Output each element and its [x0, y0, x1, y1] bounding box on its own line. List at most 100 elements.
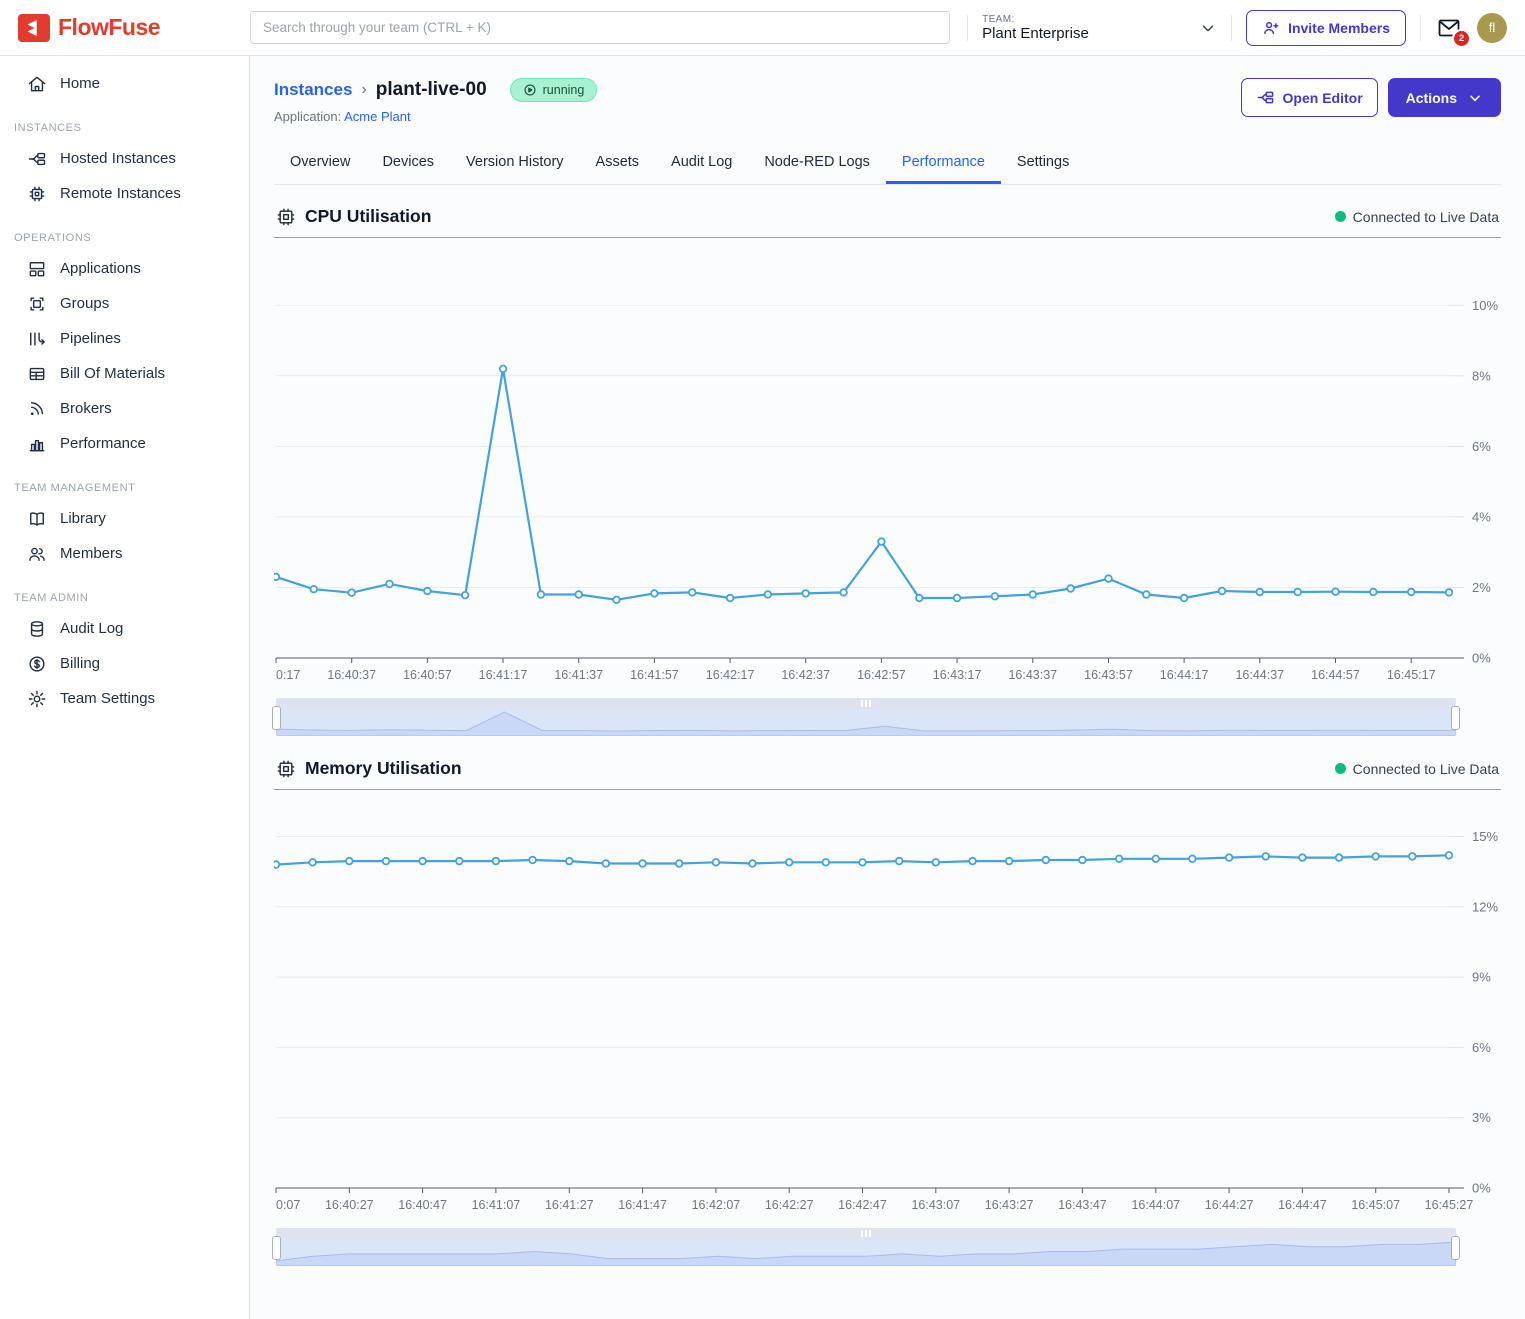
sidebar-item-pipelines[interactable]: Pipelines	[0, 321, 249, 356]
cpu-icon	[276, 759, 296, 779]
x-axis-label: 16:44:27	[1205, 1198, 1254, 1212]
sidebar-item-audit-log[interactable]: Audit Log	[0, 611, 249, 646]
section-title: Memory Utilisation	[276, 758, 462, 779]
sidebar-item-label: Pipelines	[60, 330, 121, 347]
sidebar-item-billing[interactable]: Billing	[0, 646, 249, 681]
charts-container: CPU Utilisation Connected to Live Data 0…	[250, 185, 1525, 1266]
x-axis-label: 16:42:47	[838, 1198, 887, 1212]
sidebar-item-members[interactable]: Members	[0, 536, 249, 571]
tab-overview[interactable]: Overview	[274, 143, 366, 184]
x-axis-label: 16:44:07	[1131, 1198, 1180, 1212]
sidebar-item-groups[interactable]: Groups	[0, 286, 249, 321]
cpu-icon	[276, 207, 296, 227]
zoom-handle-right[interactable]	[1451, 706, 1460, 730]
sidebar-item-library[interactable]: Library	[0, 501, 249, 536]
bill-of-materials-icon	[27, 364, 47, 384]
memory-utilisation-zoom-slider[interactable]	[276, 1228, 1456, 1266]
sidebar-section-title: TEAM ADMIN	[14, 592, 249, 604]
status-dot-icon	[1335, 211, 1346, 222]
sidebar-item-label: Brokers	[60, 400, 112, 417]
sidebar-section-title: OPERATIONS	[14, 232, 249, 244]
notifications-button[interactable]: 2	[1435, 16, 1463, 40]
zoom-handle-left[interactable]	[272, 1236, 281, 1260]
actions-label: Actions	[1406, 90, 1457, 106]
status-badge: running	[510, 78, 598, 102]
search-input[interactable]	[250, 11, 950, 44]
invite-members-button[interactable]: Invite Members	[1246, 10, 1406, 46]
x-axis-label: 16:43:37	[1008, 668, 1057, 682]
sidebar-item-performance[interactable]: Performance	[0, 426, 249, 461]
brokers-icon	[27, 399, 47, 419]
x-axis-label: 16:45:17	[1387, 668, 1436, 682]
sidebar-item-brokers[interactable]: Brokers	[0, 391, 249, 426]
sidebar-item-team-settings[interactable]: Team Settings	[0, 681, 249, 716]
actions-button[interactable]: Actions	[1388, 78, 1501, 117]
tab-audit-log[interactable]: Audit Log	[655, 143, 748, 184]
breadcrumb-instances-link[interactable]: Instances	[274, 80, 352, 100]
tab-devices[interactable]: Devices	[366, 143, 450, 184]
sidebar-item-label: Hosted Instances	[60, 150, 176, 167]
avatar[interactable]: fl	[1477, 13, 1507, 43]
y-axis-label: 9%	[1472, 970, 1491, 985]
x-axis-label: 16:43:17	[933, 668, 982, 682]
sidebar-item-hosted-instances[interactable]: Hosted Instances	[0, 141, 249, 176]
cpu-utilisation-zoom-slider[interactable]	[276, 698, 1456, 736]
x-axis-label: 16:45:27	[1425, 1198, 1474, 1212]
live-status-label: Connected to Live Data	[1353, 761, 1499, 777]
audit-log-icon	[27, 619, 47, 639]
sidebar-item-label: Library	[60, 510, 106, 527]
zoom-grip[interactable]	[276, 698, 1456, 709]
live-status-label: Connected to Live Data	[1353, 209, 1499, 225]
tab-node-red-logs[interactable]: Node-RED Logs	[748, 143, 886, 184]
sidebar-item-label: Members	[60, 545, 123, 562]
x-axis-label: 16:44:57	[1311, 668, 1360, 682]
x-axis-label: 16:42:37	[781, 668, 830, 682]
x-axis-label: 16:43:47	[1058, 1198, 1107, 1212]
memory-utilisation-chart: 0%3%6%9%12%15%0:0716:40:2716:40:4716:41:…	[274, 792, 1501, 1218]
notification-count-badge: 2	[1452, 29, 1471, 48]
divider	[967, 15, 968, 41]
live-status: Connected to Live Data	[1335, 209, 1499, 225]
x-axis-label: 16:41:37	[554, 668, 603, 682]
sidebar-item-label: Bill Of Materials	[60, 365, 165, 382]
sidebar-item-label: Billing	[60, 655, 100, 672]
memory-utilisation-section-header: Memory Utilisation Connected to Live Dat…	[274, 749, 1501, 790]
sidebar-item-remote-instances[interactable]: Remote Instances	[0, 176, 249, 211]
hosted-instances-icon	[27, 149, 47, 169]
sidebar-item-label: Remote Instances	[60, 185, 181, 202]
zoom-handle-left[interactable]	[272, 706, 281, 730]
sidebar-item-applications[interactable]: Applications	[0, 251, 249, 286]
y-axis-label: 3%	[1472, 1110, 1491, 1125]
y-axis-label: 6%	[1472, 439, 1491, 454]
zoom-grip[interactable]	[276, 1228, 1456, 1239]
team-selector[interactable]: TEAM: Plant Enterprise	[982, 14, 1217, 42]
x-axis-label: 16:43:57	[1084, 668, 1133, 682]
x-axis-label: 16:40:57	[403, 668, 452, 682]
x-axis-label: 16:42:27	[765, 1198, 814, 1212]
zoom-preview[interactable]	[276, 709, 1456, 736]
application-link[interactable]: Acme Plant	[344, 109, 410, 124]
x-axis-label: 16:42:07	[692, 1198, 741, 1212]
flowfuse-logo[interactable]: FlowFuse	[0, 14, 250, 42]
x-axis-label: 16:42:57	[857, 668, 906, 682]
user-plus-icon	[1262, 19, 1280, 37]
zoom-handle-right[interactable]	[1451, 1236, 1460, 1260]
remote-instances-icon	[27, 184, 47, 204]
data-points	[274, 852, 1452, 868]
sidebar-item-bill-of-materials[interactable]: Bill Of Materials	[0, 356, 249, 391]
sidebar-item-label: Home	[60, 75, 100, 92]
x-axis-label: 16:41:27	[545, 1198, 594, 1212]
y-axis-label: 10%	[1472, 298, 1498, 313]
zoom-preview[interactable]	[276, 1239, 1456, 1266]
open-editor-button[interactable]: Open Editor	[1241, 78, 1378, 117]
x-axis-label: 16:44:17	[1160, 668, 1209, 682]
library-icon	[27, 509, 47, 529]
sidebar: HomeINSTANCESHosted InstancesRemote Inst…	[0, 56, 250, 1319]
sidebar-item-home[interactable]: Home	[0, 66, 249, 101]
x-axis-label: 16:40:27	[325, 1198, 374, 1212]
tab-version-history[interactable]: Version History	[450, 143, 580, 184]
tab-performance[interactable]: Performance	[886, 143, 1001, 184]
flowfuse-logo-icon	[18, 14, 50, 42]
tab-settings[interactable]: Settings	[1001, 143, 1085, 184]
tab-assets[interactable]: Assets	[580, 143, 656, 184]
